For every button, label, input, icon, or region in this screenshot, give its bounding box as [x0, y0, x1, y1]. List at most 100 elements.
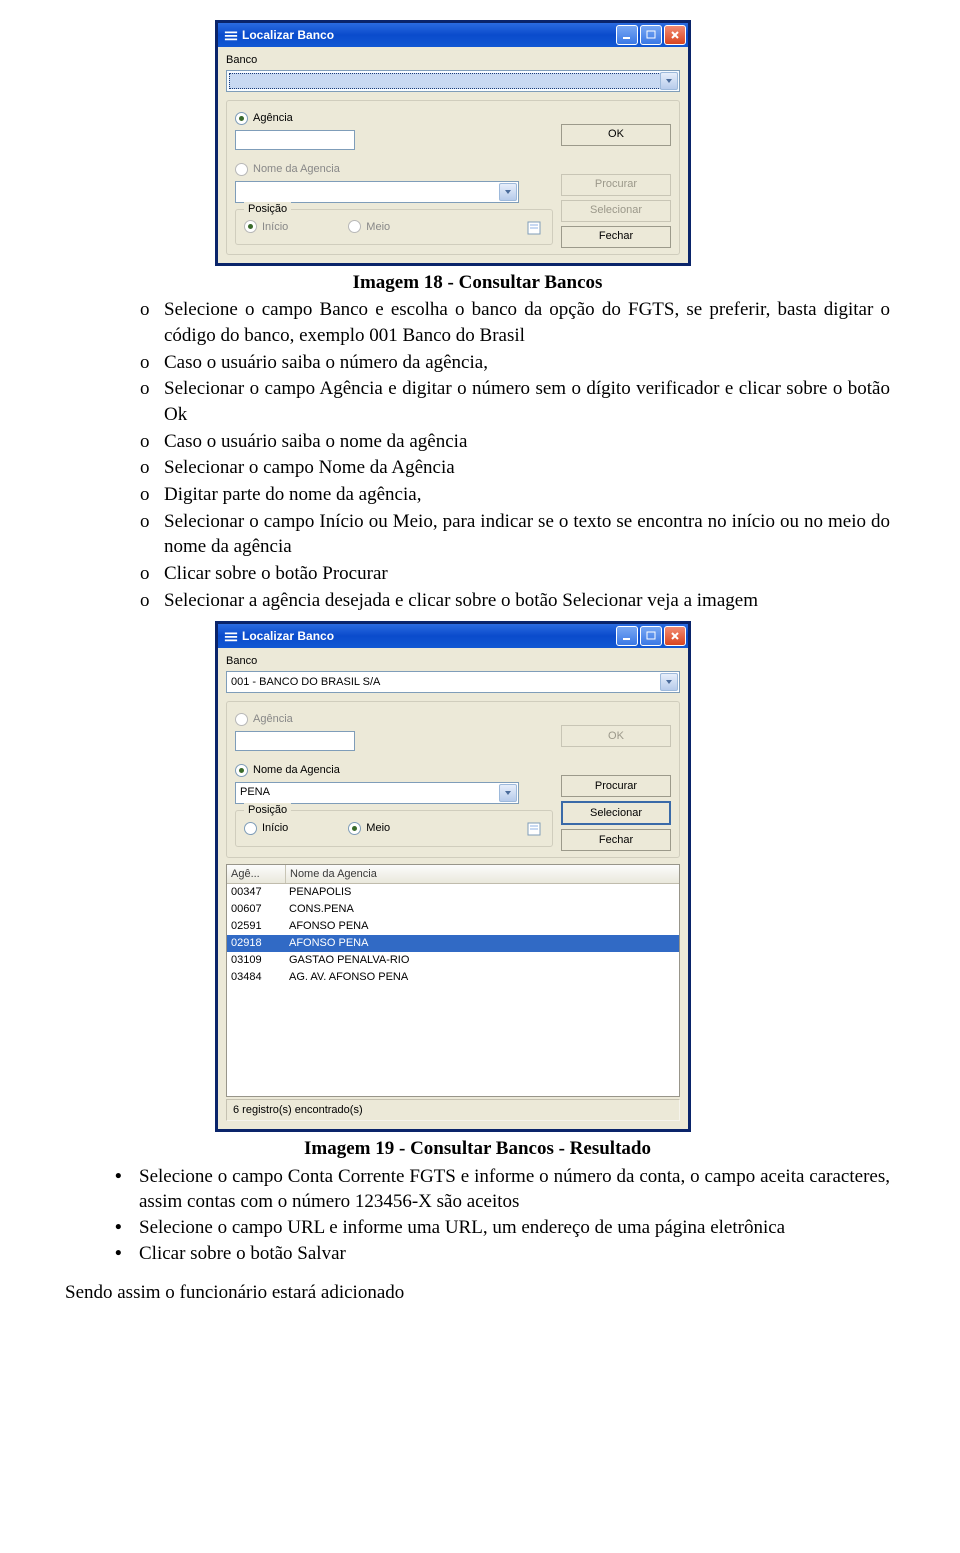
list-item: Caso o usuário saiba o número da agência…: [140, 350, 890, 376]
window-title: Localizar Banco: [242, 628, 614, 644]
fechar-button-label: Fechar: [599, 833, 633, 848]
ok-button[interactable]: OK: [561, 725, 671, 747]
listview-blank: [227, 986, 679, 1096]
cell-code: 00607: [227, 902, 285, 917]
banco-combo[interactable]: 001 - BANCO DO BRASIL S/A: [226, 671, 680, 693]
radio-off-icon: [235, 163, 248, 176]
cell-name: GASTAO PENALVA-RIO: [285, 953, 679, 968]
instructions-list-2: Selecione o campo Conta Corrente FGTS e …: [115, 1164, 890, 1267]
column-header-nome[interactable]: Nome da Agencia: [286, 865, 679, 883]
radio-off-icon: [235, 713, 248, 726]
window-title: Localizar Banco: [242, 27, 614, 43]
banco-combo-value: 001 - BANCO DO BRASIL S/A: [231, 675, 380, 690]
chevron-down-icon[interactable]: [499, 183, 517, 201]
nome-agencia-radio[interactable]: Nome da Agencia: [235, 763, 553, 778]
cell-code: 02591: [227, 919, 285, 934]
table-row[interactable]: 03109 GASTAO PENALVA-RIO: [227, 952, 679, 969]
nome-agencia-radio[interactable]: Nome da Agencia: [235, 162, 553, 177]
app-icon: [224, 28, 238, 42]
list-item: Selecionar a agência desejada e clicar s…: [140, 588, 890, 614]
list-item: Caso o usuário saiba o nome da agência: [140, 429, 890, 455]
window-client: Banco Agência Nome da Agencia: [218, 47, 688, 263]
meio-radio[interactable]: Meio: [348, 220, 390, 235]
list-item: Selecionar o campo Agência e digitar o n…: [140, 376, 890, 427]
minimize-button[interactable]: [616, 626, 638, 646]
inicio-radio[interactable]: Início: [244, 821, 288, 836]
selecionar-button[interactable]: Selecionar: [561, 801, 671, 825]
statusbar: 6 registro(s) encontrado(s): [226, 1099, 680, 1121]
list-item: Selecione o campo Conta Corrente FGTS e …: [115, 1164, 890, 1215]
agencia-radio[interactable]: Agência: [235, 712, 553, 727]
inicio-radio-label: Início: [262, 821, 288, 836]
maximize-button[interactable]: [640, 25, 662, 45]
inicio-radio[interactable]: Início: [244, 220, 288, 235]
status-text: 6 registro(s) encontrado(s): [233, 1103, 363, 1118]
cell-name: AFONSO PENA: [285, 936, 679, 951]
maximize-button[interactable]: [640, 626, 662, 646]
meio-radio-label: Meio: [366, 821, 390, 836]
agencia-radio[interactable]: Agência: [235, 111, 553, 126]
table-row[interactable]: 03484 AG. AV. AFONSO PENA: [227, 969, 679, 986]
list-item: Clicar sobre o botão Procurar: [140, 561, 890, 587]
procurar-button-label: Procurar: [595, 779, 637, 794]
chevron-down-icon[interactable]: [660, 673, 678, 691]
search-groupbox: Agência Nome da Agencia PENA Posiçã: [226, 701, 680, 858]
chevron-down-icon[interactable]: [660, 72, 678, 90]
agencia-input[interactable]: [235, 731, 355, 751]
localizar-banco-window-1: Localizar Banco Banco Agência: [215, 20, 691, 266]
table-row-selected[interactable]: 02918 AFONSO PENA: [227, 935, 679, 952]
nome-agencia-radio-label: Nome da Agencia: [253, 763, 340, 778]
cell-code: 00347: [227, 885, 285, 900]
column-header-agencia[interactable]: Agê...: [227, 865, 286, 883]
radio-on-icon: [244, 220, 257, 233]
form-icon: [526, 219, 544, 237]
closing-sentence: Sendo assim o funcionário estará adicion…: [65, 1280, 890, 1306]
titlebar: Localizar Banco: [218, 624, 688, 648]
list-item: Selecionar o campo Nome da Agência: [140, 455, 890, 481]
cell-name: AG. AV. AFONSO PENA: [285, 970, 679, 985]
list-item: Digitar parte do nome da agência,: [140, 482, 890, 508]
cell-code: 02918: [227, 936, 285, 951]
table-row[interactable]: 00607 CONS.PENA: [227, 901, 679, 918]
nome-agencia-combo-value: PENA: [240, 785, 270, 800]
cell-code: 03109: [227, 953, 285, 968]
cell-code: 03484: [227, 970, 285, 985]
procurar-button-label: Procurar: [595, 177, 637, 192]
fechar-button[interactable]: Fechar: [561, 226, 671, 248]
ok-button-label: OK: [608, 729, 624, 744]
radio-off-icon: [348, 220, 361, 233]
radio-on-icon: [235, 764, 248, 777]
list-item: Clicar sobre o botão Salvar: [115, 1241, 890, 1267]
close-button[interactable]: [664, 25, 686, 45]
posicao-legend: Posição: [244, 803, 291, 818]
nome-agencia-combo[interactable]: PENA: [235, 782, 519, 804]
banco-combo[interactable]: [226, 70, 680, 92]
cell-name: PENAPOLIS: [285, 885, 679, 900]
table-row[interactable]: 02591 AFONSO PENA: [227, 918, 679, 935]
ok-button[interactable]: OK: [561, 124, 671, 146]
cell-name: CONS.PENA: [285, 902, 679, 917]
radio-on-icon: [235, 112, 248, 125]
procurar-button[interactable]: Procurar: [561, 775, 671, 797]
radio-off-icon: [244, 822, 257, 835]
chevron-down-icon[interactable]: [499, 784, 517, 802]
search-groupbox: Agência Nome da Agencia Posição: [226, 100, 680, 255]
close-button[interactable]: [664, 626, 686, 646]
cell-name: AFONSO PENA: [285, 919, 679, 934]
meio-radio[interactable]: Meio: [348, 821, 390, 836]
table-row[interactable]: 00347 PENAPOLIS: [227, 884, 679, 901]
results-listview[interactable]: Agê... Nome da Agencia 00347 PENAPOLIS 0…: [226, 864, 680, 1097]
list-item: Selecione o campo Banco e escolha o banc…: [140, 297, 890, 348]
posicao-legend: Posição: [244, 202, 291, 217]
fechar-button[interactable]: Fechar: [561, 829, 671, 851]
minimize-button[interactable]: [616, 25, 638, 45]
agencia-input[interactable]: [235, 130, 355, 150]
list-item: Selecione o campo URL e informe uma URL,…: [115, 1215, 890, 1241]
list-item: Selecionar o campo Início ou Meio, para …: [140, 509, 890, 560]
nome-agencia-combo[interactable]: [235, 181, 519, 203]
posicao-groupbox: Posição Início Meio: [235, 209, 553, 246]
agencia-radio-label: Agência: [253, 712, 293, 727]
selecionar-button[interactable]: Selecionar: [561, 200, 671, 222]
banco-label: Banco: [226, 53, 680, 68]
procurar-button[interactable]: Procurar: [561, 174, 671, 196]
